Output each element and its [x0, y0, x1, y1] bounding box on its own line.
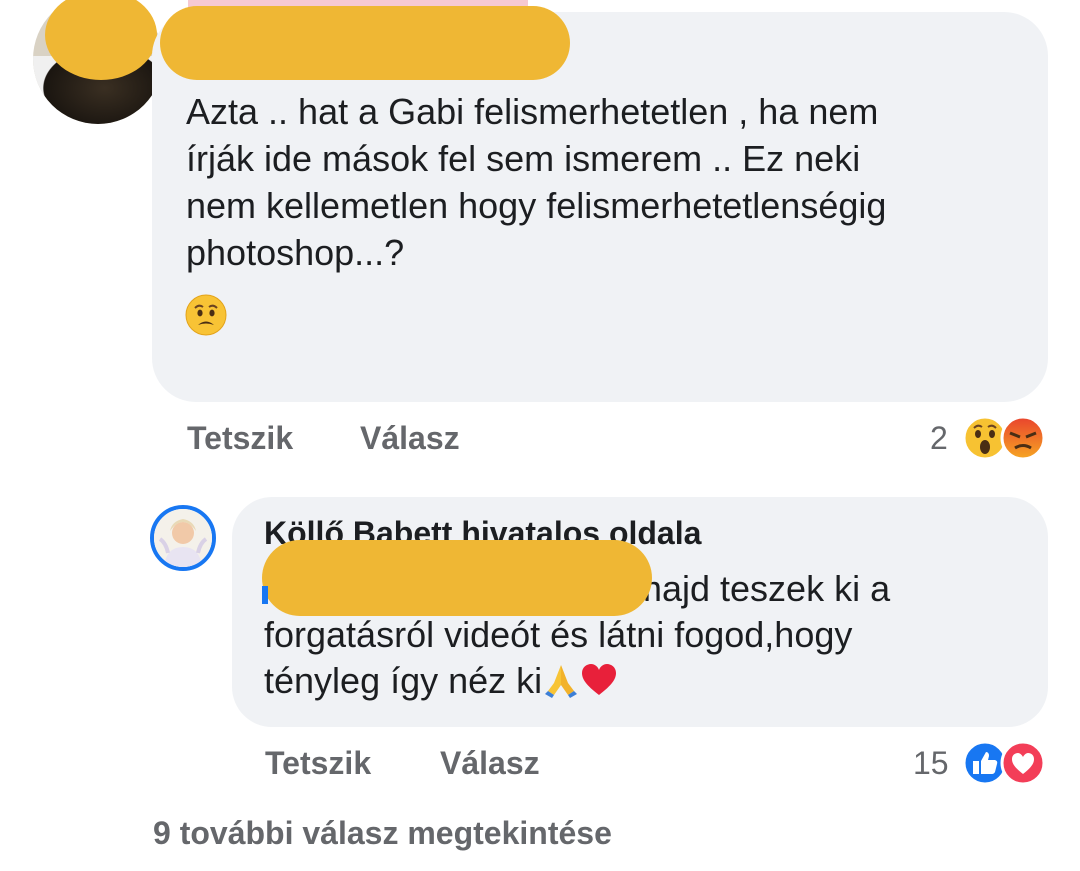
reply-line-part: majd teszek ki a	[632, 568, 891, 609]
comment-line: nem kellemetlen hogy felismerhetetlenség…	[186, 185, 887, 226]
reply-line: forgatásról videót és látni fogod,hogy	[264, 614, 853, 655]
reply-reaction-count[interactable]: 15	[913, 745, 949, 782]
mention-glimpse	[262, 586, 268, 604]
commenter-name-redaction	[160, 6, 570, 80]
mention-redaction	[262, 540, 652, 616]
page-avatar[interactable]	[150, 505, 216, 571]
comment-line: írják ide mások fel sem ismerem .. Ez ne…	[186, 138, 861, 179]
reply-reply-button[interactable]: Válasz	[440, 745, 540, 782]
person-photo-icon	[154, 509, 212, 567]
comment-line: photoshop...?	[186, 232, 405, 273]
reply-line: tényleg így néz ki	[264, 658, 1024, 704]
reply-line-part: tényleg így néz ki	[264, 660, 543, 701]
comment-text: Azta .. hat a Gabi felismerhetetlen , ha…	[186, 88, 1026, 276]
angry-reaction-icon[interactable]	[1000, 415, 1046, 461]
reply-like-button[interactable]: Tetszik	[265, 745, 371, 782]
red-heart-icon	[582, 664, 617, 695]
reaction-count[interactable]: 2	[930, 420, 948, 457]
worried-face-icon	[185, 294, 227, 336]
like-button[interactable]: Tetszik	[187, 420, 293, 457]
reply-button[interactable]: Válasz	[360, 420, 460, 457]
folded-hands-icon	[545, 665, 578, 698]
love-reaction-icon[interactable]	[1000, 740, 1046, 786]
comment-line: Azta .. hat a Gabi felismerhetetlen , ha…	[186, 91, 879, 132]
view-more-replies-link[interactable]: 9 további válasz megtekintése	[153, 815, 612, 852]
